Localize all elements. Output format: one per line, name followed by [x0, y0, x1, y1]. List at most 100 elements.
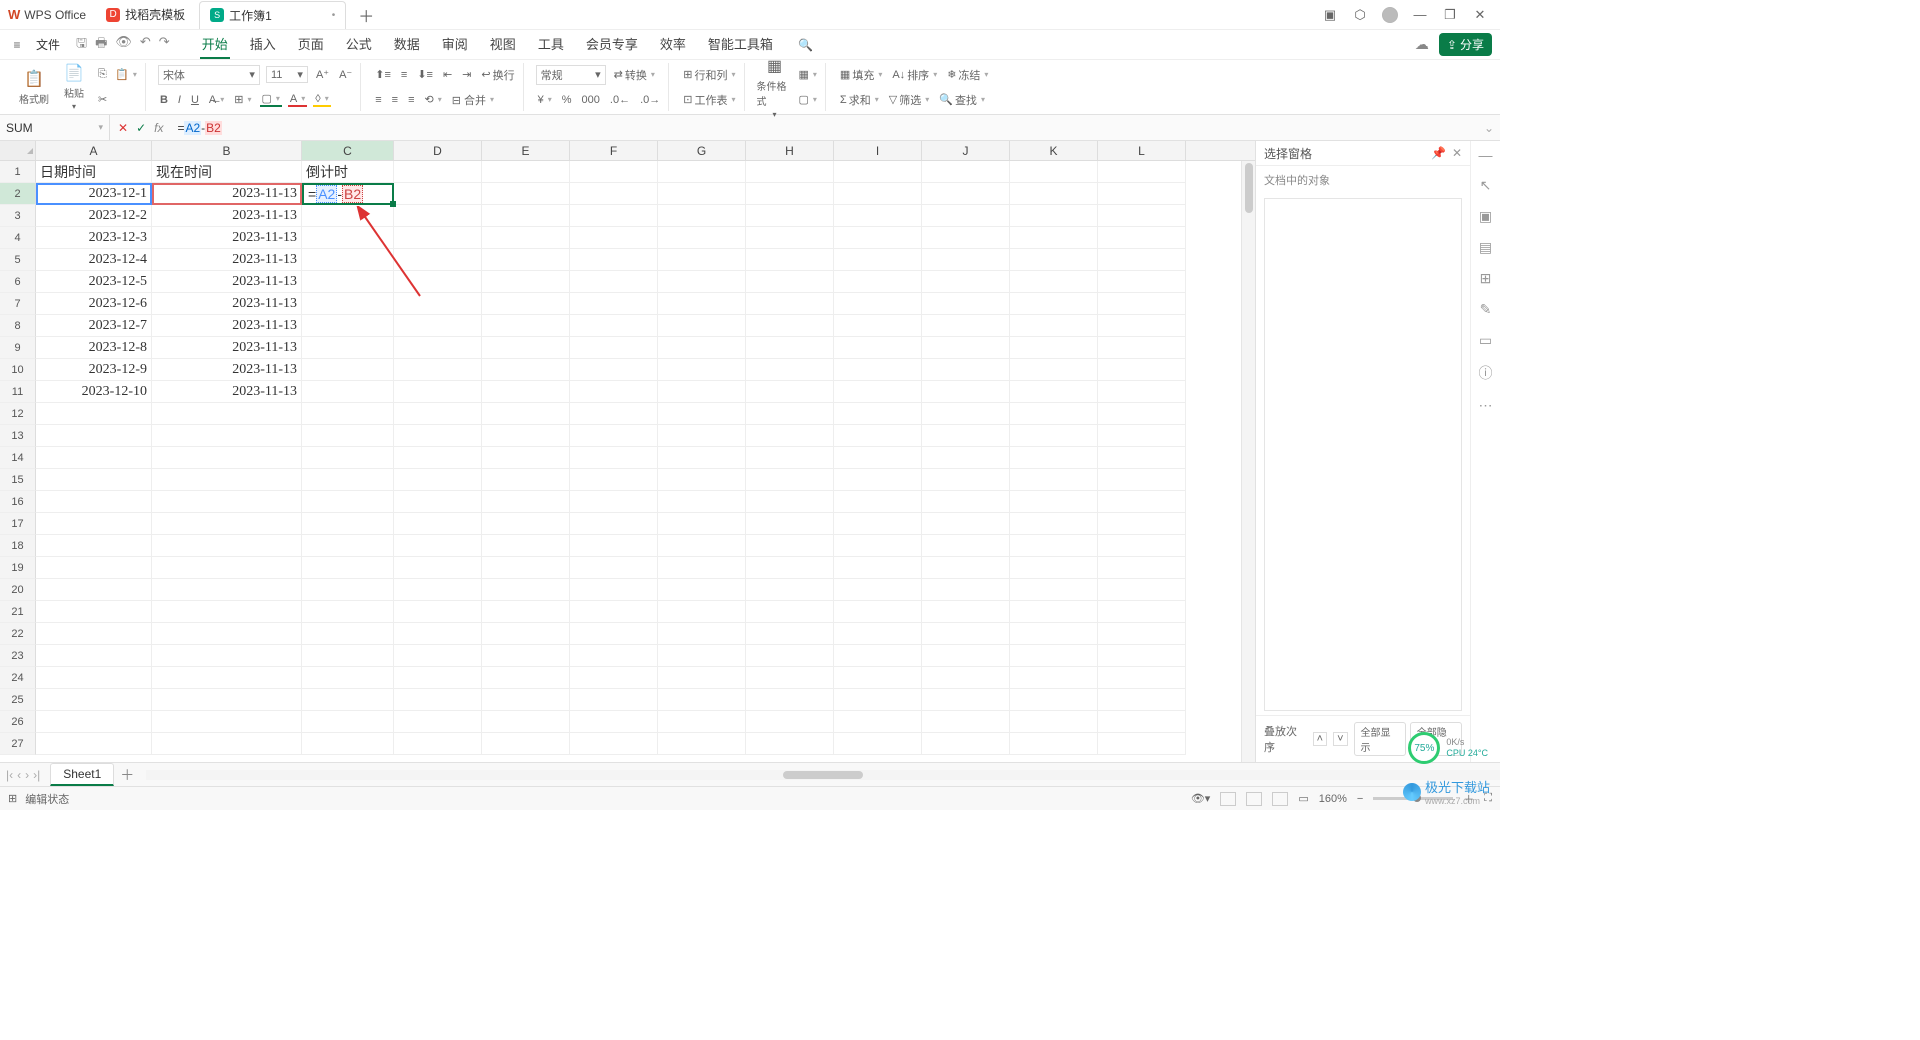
cell[interactable]	[922, 205, 1010, 227]
cell[interactable]	[570, 315, 658, 337]
cell[interactable]	[394, 403, 482, 425]
select-all-corner[interactable]	[0, 141, 36, 160]
cell[interactable]	[1098, 359, 1186, 381]
copy-icon[interactable]: ⎘	[96, 68, 109, 81]
align-left-icon[interactable]: ≡	[373, 94, 383, 106]
row-header[interactable]: 17	[0, 513, 36, 535]
cell[interactable]	[302, 249, 394, 271]
cell[interactable]	[746, 667, 834, 689]
sheet-next-icon[interactable]: ›	[25, 768, 29, 782]
cell[interactable]	[922, 403, 1010, 425]
cell[interactable]	[658, 623, 746, 645]
cell[interactable]	[394, 271, 482, 293]
tool-chart-icon[interactable]: ⊞	[1480, 270, 1492, 287]
cell[interactable]	[36, 535, 152, 557]
cell[interactable]	[36, 403, 152, 425]
cell[interactable]	[302, 293, 394, 315]
cell[interactable]	[834, 249, 922, 271]
cell[interactable]	[36, 711, 152, 733]
cell[interactable]	[152, 425, 302, 447]
increase-font-icon[interactable]: A⁺	[314, 68, 331, 81]
cell[interactable]	[482, 205, 570, 227]
cell[interactable]	[570, 491, 658, 513]
cell[interactable]	[302, 425, 394, 447]
cell[interactable]	[302, 711, 394, 733]
cell[interactable]	[302, 601, 394, 623]
cell[interactable]	[834, 689, 922, 711]
pin-icon[interactable]: 📌	[1431, 146, 1446, 160]
cell[interactable]	[394, 645, 482, 667]
cell[interactable]	[36, 579, 152, 601]
comma-icon[interactable]: 000	[580, 94, 602, 106]
cell[interactable]	[834, 733, 922, 755]
row-header[interactable]: 14	[0, 447, 36, 469]
cell[interactable]	[482, 579, 570, 601]
tab-workbook[interactable]: S工作簿1•	[199, 1, 346, 29]
cell[interactable]	[1098, 293, 1186, 315]
col-C[interactable]: C	[302, 141, 394, 160]
col-E[interactable]: E	[482, 141, 570, 160]
add-sheet-icon[interactable]: ＋	[120, 765, 134, 785]
cell[interactable]	[394, 513, 482, 535]
align-center-icon[interactable]: ≡	[390, 94, 400, 106]
cloud-icon[interactable]: ☁	[1415, 36, 1429, 53]
cell[interactable]	[1010, 579, 1098, 601]
cell[interactable]	[746, 381, 834, 403]
cell[interactable]	[834, 315, 922, 337]
cell[interactable]	[1010, 249, 1098, 271]
cell[interactable]	[658, 689, 746, 711]
cell[interactable]	[922, 425, 1010, 447]
percent-icon[interactable]: %	[560, 94, 574, 106]
cell[interactable]	[1010, 161, 1098, 183]
cell[interactable]	[746, 403, 834, 425]
cell[interactable]	[922, 271, 1010, 293]
filter-button[interactable]: ▽ 筛选	[887, 92, 931, 108]
cell[interactable]	[1098, 623, 1186, 645]
cell[interactable]	[1098, 733, 1186, 755]
cell[interactable]	[746, 557, 834, 579]
fill-button[interactable]: ▦ 填充	[838, 67, 884, 83]
cell[interactable]	[922, 161, 1010, 183]
tab-template[interactable]: D找稻壳模板	[96, 1, 195, 29]
cell[interactable]	[36, 425, 152, 447]
cell[interactable]	[834, 271, 922, 293]
decrease-font-icon[interactable]: A⁻	[337, 68, 354, 81]
scrollbar-vertical[interactable]	[1241, 161, 1255, 762]
cell[interactable]	[570, 557, 658, 579]
cell[interactable]	[746, 161, 834, 183]
sum-button[interactable]: Σ 求和	[838, 92, 881, 108]
cell[interactable]	[570, 469, 658, 491]
cell[interactable]	[922, 733, 1010, 755]
tab-data[interactable]: 数据	[392, 30, 422, 59]
cell[interactable]	[1010, 513, 1098, 535]
tab-efficiency[interactable]: 效率	[658, 30, 688, 59]
cell[interactable]	[834, 337, 922, 359]
cell[interactable]	[922, 491, 1010, 513]
cell[interactable]	[152, 601, 302, 623]
row-header[interactable]: 21	[0, 601, 36, 623]
cell[interactable]	[658, 447, 746, 469]
cell[interactable]	[658, 271, 746, 293]
cell[interactable]	[1098, 315, 1186, 337]
cell[interactable]	[746, 447, 834, 469]
cell[interactable]	[394, 425, 482, 447]
cell[interactable]	[922, 667, 1010, 689]
cell[interactable]: 2023-12-5	[36, 271, 152, 293]
cell[interactable]	[658, 667, 746, 689]
cell[interactable]	[658, 315, 746, 337]
dec-inc-icon[interactable]: .0←	[608, 94, 632, 106]
cell[interactable]	[922, 623, 1010, 645]
cell[interactable]	[302, 689, 394, 711]
cell[interactable]: 2023-12-1	[36, 183, 152, 205]
cell[interactable]	[922, 711, 1010, 733]
cell[interactable]	[394, 623, 482, 645]
sheet-tab[interactable]: Sheet1	[50, 763, 114, 786]
cell[interactable]	[36, 645, 152, 667]
tab-review[interactable]: 审阅	[440, 30, 470, 59]
cell[interactable]	[482, 623, 570, 645]
cell[interactable]: 2023-12-6	[36, 293, 152, 315]
col-A[interactable]: A	[36, 141, 152, 160]
print-icon[interactable]: 🖶	[95, 34, 107, 56]
cell[interactable]	[394, 601, 482, 623]
merge-icon[interactable]: ⊟ 合并	[450, 92, 496, 108]
